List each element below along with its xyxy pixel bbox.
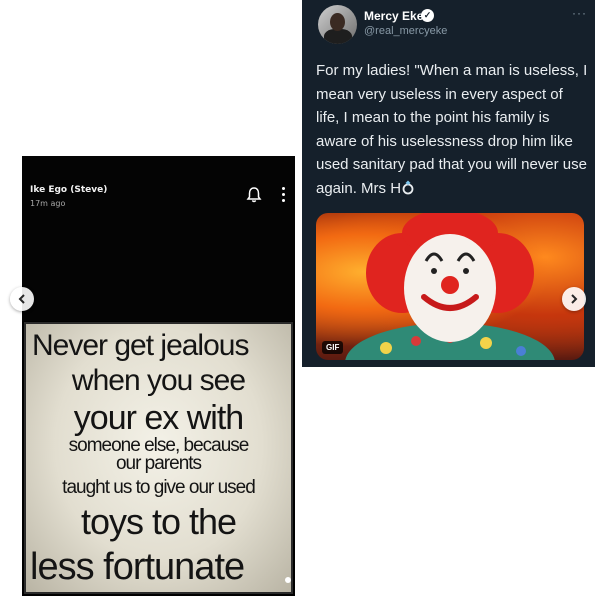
ring-icon [401, 179, 415, 195]
meme-line: when you see [71, 364, 246, 397]
meme-image: Never get jealous when you see your ex w… [24, 322, 293, 594]
meme-line: taught us to give our used [62, 477, 256, 498]
tweet-text-content: For my ladies! "When a man is useless, I… [316, 62, 588, 197]
carousel-next-button[interactable] [562, 287, 586, 311]
bell-icon[interactable] [246, 186, 262, 204]
tweet-author-handle[interactable]: @real_mercyeke [364, 25, 447, 37]
tweet-card: Mercy Eke ✓ @real_mercyeke ··· For my la… [302, 0, 595, 367]
meme-line: less fortunate [30, 546, 245, 588]
carousel-indicator-dot [285, 577, 291, 583]
meme-line: Never get jealous [32, 329, 249, 362]
clown-image [345, 213, 555, 360]
meme-line: our parents [115, 453, 202, 474]
chevron-left-icon [18, 294, 25, 304]
chevron-right-icon [571, 294, 578, 304]
story-card: Ike Ego (Steve) 17m ago Never get jealou… [22, 156, 295, 596]
story-header: Ike Ego (Steve) 17m ago [22, 156, 295, 321]
avatar[interactable] [318, 5, 357, 44]
more-horizontal-icon[interactable]: ··· [572, 6, 587, 20]
gif-badge: GIF [322, 341, 344, 354]
tweet-text: For my ladies! "When a man is useless, I… [316, 59, 588, 200]
meme-line: your ex with [73, 399, 244, 437]
carousel-prev-button[interactable] [10, 287, 34, 311]
story-user-name[interactable]: Ike Ego (Steve) [30, 185, 107, 195]
story-timestamp: 17m ago [30, 199, 66, 208]
verified-badge-icon: ✓ [421, 9, 434, 22]
more-vertical-icon[interactable] [280, 187, 286, 205]
tweet-author-name[interactable]: Mercy Eke [364, 9, 423, 23]
tweet-gif[interactable]: GIF [316, 213, 584, 360]
meme-line: toys to the [80, 501, 237, 542]
